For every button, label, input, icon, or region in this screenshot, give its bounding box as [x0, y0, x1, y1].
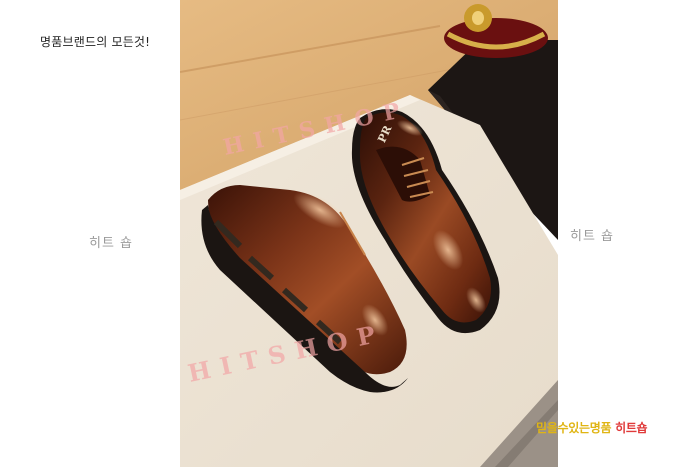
- product-page: 명품브랜드의 모든것! 히트 숍 히트 숍 PR HITSHOP HITSHOP…: [0, 0, 700, 467]
- product-photo: PR HITSHOP HITSHOP: [180, 0, 558, 467]
- side-watermark-right: 히트 숍: [570, 229, 615, 244]
- side-watermark-left: 히트 숍: [89, 236, 134, 251]
- promo-shop-name: 히트숍: [615, 421, 648, 435]
- brand-tagline: 명품브랜드의 모든것!: [40, 35, 151, 49]
- promo-trust-text: 믿을수있는명품: [536, 421, 612, 435]
- promo-caption: 믿을수있는명품 히트숍: [536, 419, 648, 436]
